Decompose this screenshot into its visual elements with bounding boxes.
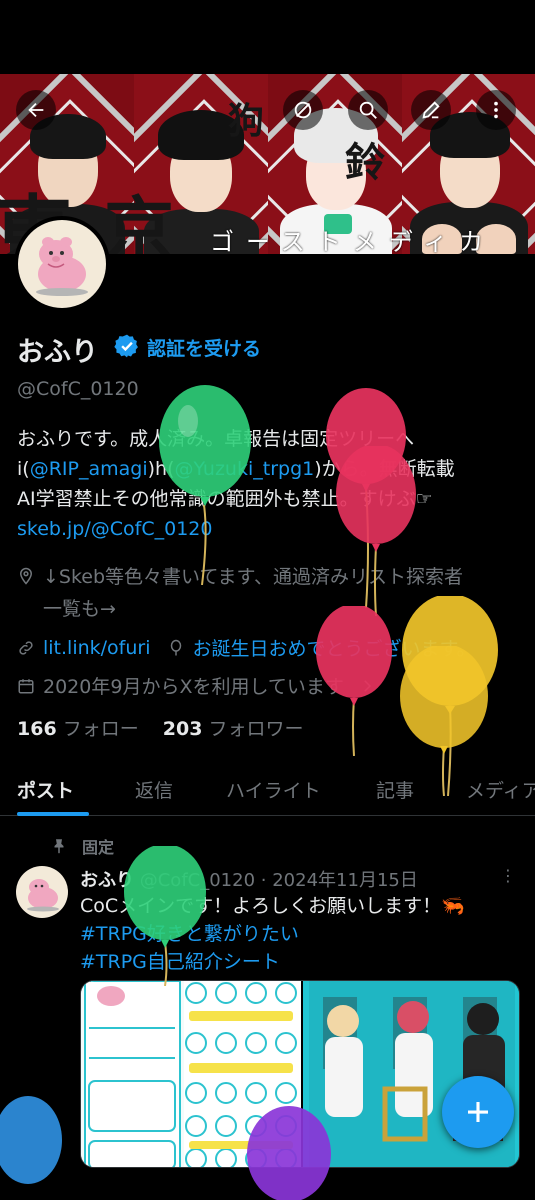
location-pin-icon <box>19 567 33 585</box>
birthday-balloon <box>247 1106 331 1200</box>
banner-subtitle: ゴーストメディカ <box>210 228 496 254</box>
birthday-balloon <box>0 1096 62 1184</box>
tab-highlights[interactable]: ハイライト <box>226 776 321 803</box>
edit-icon <box>422 101 440 119</box>
back-button[interactable] <box>16 90 56 130</box>
arrow-left-icon <box>28 102 44 118</box>
pinned-indicator: 固定 <box>50 834 114 858</box>
link-icon <box>19 640 33 655</box>
avatar <box>18 220 106 308</box>
calendar-icon <box>18 678 34 693</box>
follow-stats: 166 フォロー 203 フォロワー <box>17 714 304 741</box>
location-text: 一覧も→ <box>43 598 116 620</box>
tab-posts[interactable]: ポスト <box>17 776 74 803</box>
search-button[interactable] <box>348 90 388 130</box>
bio-line: i(@RIP_amagi)h(@Yuzuki_trpg1)から。無断転載 <box>17 454 522 484</box>
banner-kanji: 狗 <box>228 100 265 142</box>
verified-badge-icon[interactable] <box>114 333 140 359</box>
compose-button[interactable] <box>442 1076 514 1148</box>
following-count: 166 <box>17 718 57 740</box>
banner-kanji: 京 <box>104 188 174 254</box>
post-separator: · <box>260 870 267 891</box>
post-more-icon[interactable]: ⋮ <box>500 866 516 885</box>
followers-label: フォロワー <box>208 718 304 740</box>
followers-count: 203 <box>162 718 203 740</box>
banner-kanji: 鈴 <box>345 139 385 186</box>
followers-stat[interactable]: 203 フォロワー <box>163 718 304 740</box>
birthday-balloon <box>159 385 251 585</box>
mention-link[interactable]: @RIP_amagi <box>30 458 148 480</box>
balloon-icon <box>170 639 181 655</box>
plus-icon <box>468 1102 488 1122</box>
post-avatar[interactable] <box>16 866 68 918</box>
website-link[interactable]: lit.link/ofuri <box>43 637 151 659</box>
mute-button[interactable] <box>283 90 323 130</box>
post-date: 2024年11月15日 <box>272 870 418 891</box>
profile-handle: @CofC_0120 <box>17 378 139 400</box>
active-tab-indicator <box>17 812 89 816</box>
location-row-cont: 一覧も→ <box>43 594 116 621</box>
more-vertical-icon <box>494 101 498 119</box>
following-stat[interactable]: 166 フォロー <box>17 718 139 740</box>
status-bar <box>0 0 535 74</box>
pin-icon <box>54 839 64 854</box>
tab-replies[interactable]: 返信 <box>135 776 173 803</box>
bio-text: i( <box>17 458 30 480</box>
birthday-balloon <box>124 846 206 986</box>
more-button[interactable] <box>476 90 516 130</box>
joined-text: 2020年9月からXを利用しています <box>43 676 344 698</box>
birthday-balloon <box>336 446 416 616</box>
birthday-balloon <box>400 646 488 796</box>
edit-button[interactable] <box>411 90 451 130</box>
profile-bio: おふりです。成人済み。卓報告は固定ツリーへ i(@RIP_amagi)h(@Yu… <box>17 424 522 544</box>
skeb-link[interactable]: skeb.jp/@CofC_0120 <box>17 514 522 544</box>
birthday-balloon <box>316 606 392 756</box>
profile-avatar[interactable] <box>14 216 110 312</box>
following-label: フォロー <box>62 718 139 740</box>
search-icon <box>359 101 377 119</box>
get-verified-link[interactable]: 認証を受ける <box>147 334 261 361</box>
profile-name: おふり <box>17 337 98 368</box>
mute-icon <box>294 101 312 119</box>
bio-line: AI学習禁止その他常識の範囲外も禁止。すけぶ☞ <box>17 488 433 510</box>
bio-line: おふりです。成人済み。卓報告は固定ツリーへ <box>17 424 522 454</box>
pinned-label: 固定 <box>82 838 115 857</box>
